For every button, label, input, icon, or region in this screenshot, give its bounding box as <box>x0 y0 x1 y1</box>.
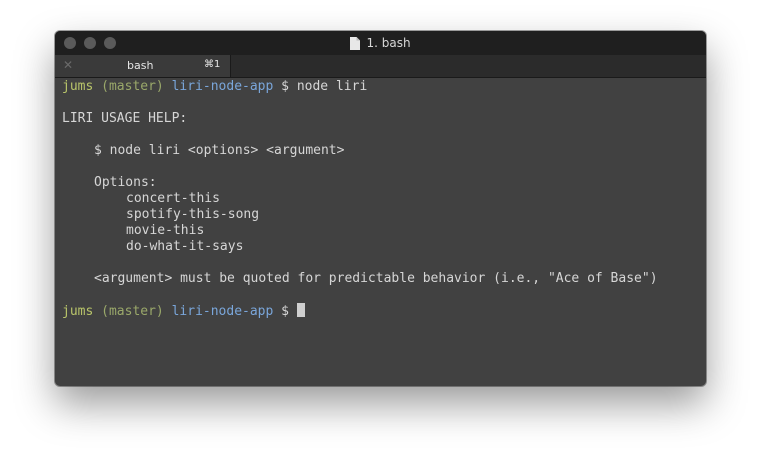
prompt-line-active[interactable]: jums (master) liri-node-app $ <box>62 303 700 319</box>
prompt-path: liri-node-app <box>171 79 274 94</box>
option-item: do-what-it-says <box>126 239 244 254</box>
options-header: Options: <box>94 175 157 190</box>
prompt-path: liri-node-app <box>171 304 274 319</box>
usage-line: $ node liri <options> <argument> <box>94 143 345 158</box>
option-item: concert-this <box>126 191 220 206</box>
option-item: movie-this <box>126 223 205 238</box>
prompt-user: jums <box>62 79 94 94</box>
command-text: node liri <box>296 79 368 94</box>
terminal-output[interactable]: jums (master) liri-node-app $ node liri … <box>62 79 700 319</box>
option-item: spotify-this-song <box>126 207 260 222</box>
tab-bash[interactable]: ✕ bash ⌘1 <box>55 55 231 77</box>
prompt-symbol: $ <box>281 79 289 94</box>
prompt-branch: (master) <box>101 79 164 94</box>
close-tab-icon[interactable]: ✕ <box>63 58 73 72</box>
document-icon <box>350 36 361 50</box>
window-title-text: 1. bash <box>366 36 411 50</box>
tab-shortcut: ⌘1 <box>204 59 221 70</box>
text-cursor <box>296 303 305 317</box>
argument-note: <argument> must be quoted for predictabl… <box>94 271 658 286</box>
prompt-user: jums <box>62 304 94 319</box>
title-bar: 1. bash <box>55 31 706 55</box>
terminal-window: 1. bash ✕ bash ⌘1 jums (master) liri-nod… <box>55 31 706 386</box>
window-title: 1. bash <box>55 31 706 55</box>
prompt-symbol: $ <box>281 304 289 319</box>
prompt-branch: (master) <box>101 304 164 319</box>
help-title: LIRI USAGE HELP: <box>62 111 188 126</box>
prompt-line: jums (master) liri-node-app $ node liri <box>62 79 700 95</box>
tab-bar: ✕ bash ⌘1 <box>55 55 706 78</box>
tab-label: bash <box>127 59 154 72</box>
